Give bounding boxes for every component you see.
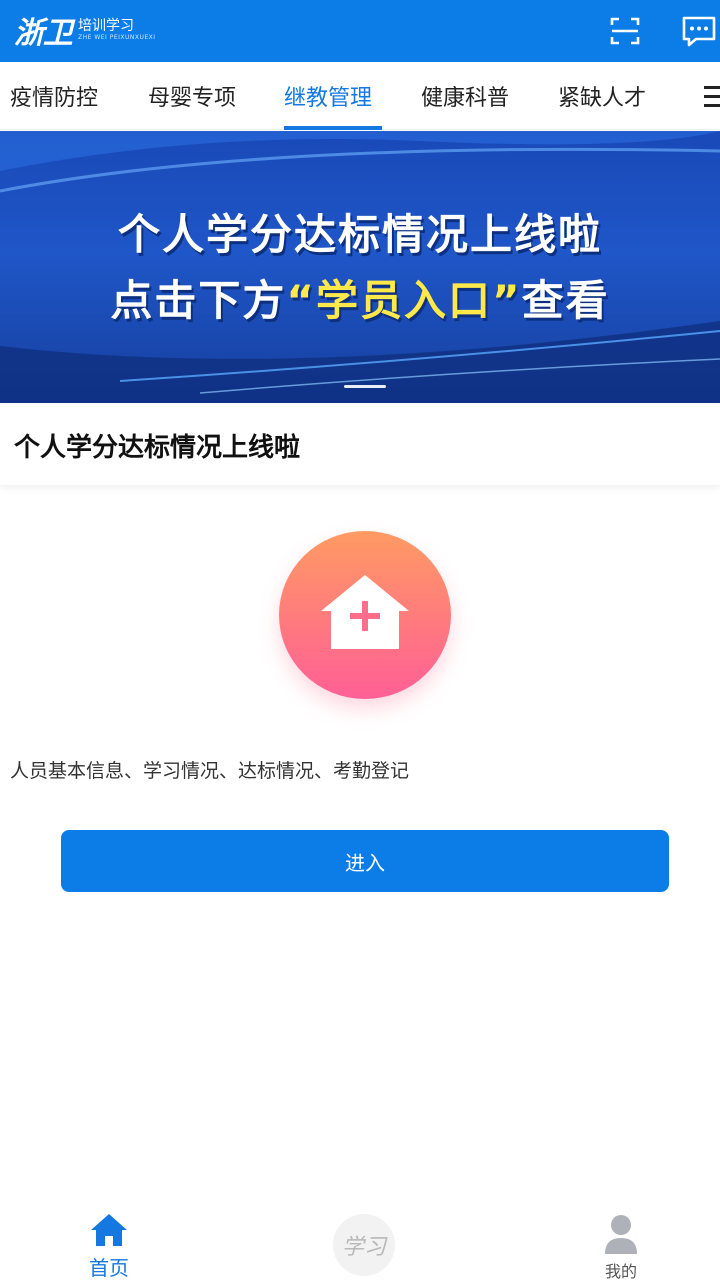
promo-banner[interactable]: 个人学分达标情况上线啦 点击下方“学员入口”查看 [0,131,720,403]
app-logo: 浙卫 培训学习 ZHE WEI PEIXUNXUEXI [14,10,156,51]
tab-maternal[interactable]: 母婴专项 [148,62,236,130]
top-header: 浙卫 培训学习 ZHE WEI PEIXUNXUEXI [0,0,720,62]
nav-home-label: 首页 [89,1256,129,1280]
tab-epidemic[interactable]: 疫情防控 [10,62,98,130]
article-title-row: 个人学分达标情况上线啦 [0,403,720,485]
bottom-navigation: 首页 学习 我的 [0,1200,720,1280]
app-root: 浙卫 培训学习 ZHE WEI PEIXUNXUEXI 疫情防控 母婴专项 继教… [0,0,720,1280]
logo-subtitle: ZHE WEI PEIXUNXUEXI [78,34,156,41]
user-icon [605,1215,637,1254]
house-plus-icon [321,575,409,649]
entry-description: 人员基本信息、学习情况、达标情况、考勤登记 [10,760,410,782]
scan-icon[interactable] [606,12,644,50]
message-icon[interactable] [680,12,718,50]
home-icon [91,1214,127,1246]
tab-health-science[interactable]: 健康科普 [421,62,509,130]
nav-home[interactable]: 首页 [49,1200,169,1280]
banner-subline-highlight: “学员入口” [286,276,522,325]
menu-icon[interactable] [704,86,720,108]
banner-subline-prefix: 点击下方 [110,276,287,325]
banner-headline: 个人学分达标情况上线啦 [117,210,602,259]
banner-subline: 点击下方“学员入口”查看 [0,267,720,328]
logo-mark: 浙卫 [14,16,73,51]
nav-mine[interactable]: 我的 [561,1200,681,1280]
enter-button[interactable]: 进入 [61,830,669,892]
tab-talent[interactable]: 紧缺人才 [558,62,646,130]
logo-text-group: 培训学习 ZHE WEI PEIXUNXUEXI [78,18,156,42]
tab-continuing-education[interactable]: 继教管理 [284,62,372,130]
carousel-indicator[interactable] [344,385,386,388]
nav-study[interactable]: 学习 [304,1200,424,1280]
study-icon-label: 学习 [341,1235,386,1260]
banner-subline-suffix: 查看 [521,276,610,325]
category-tabs: 疫情防控 母婴专项 继教管理 健康科普 紧缺人才 [0,62,720,130]
logo-title: 培训学习 [78,18,134,34]
entry-icon-circle [279,531,451,699]
active-tab-indicator [284,126,382,130]
study-icon: 学习 [333,1214,395,1276]
nav-mine-label: 我的 [604,1262,637,1280]
article-title: 个人学分达标情况上线啦 [14,433,301,463]
